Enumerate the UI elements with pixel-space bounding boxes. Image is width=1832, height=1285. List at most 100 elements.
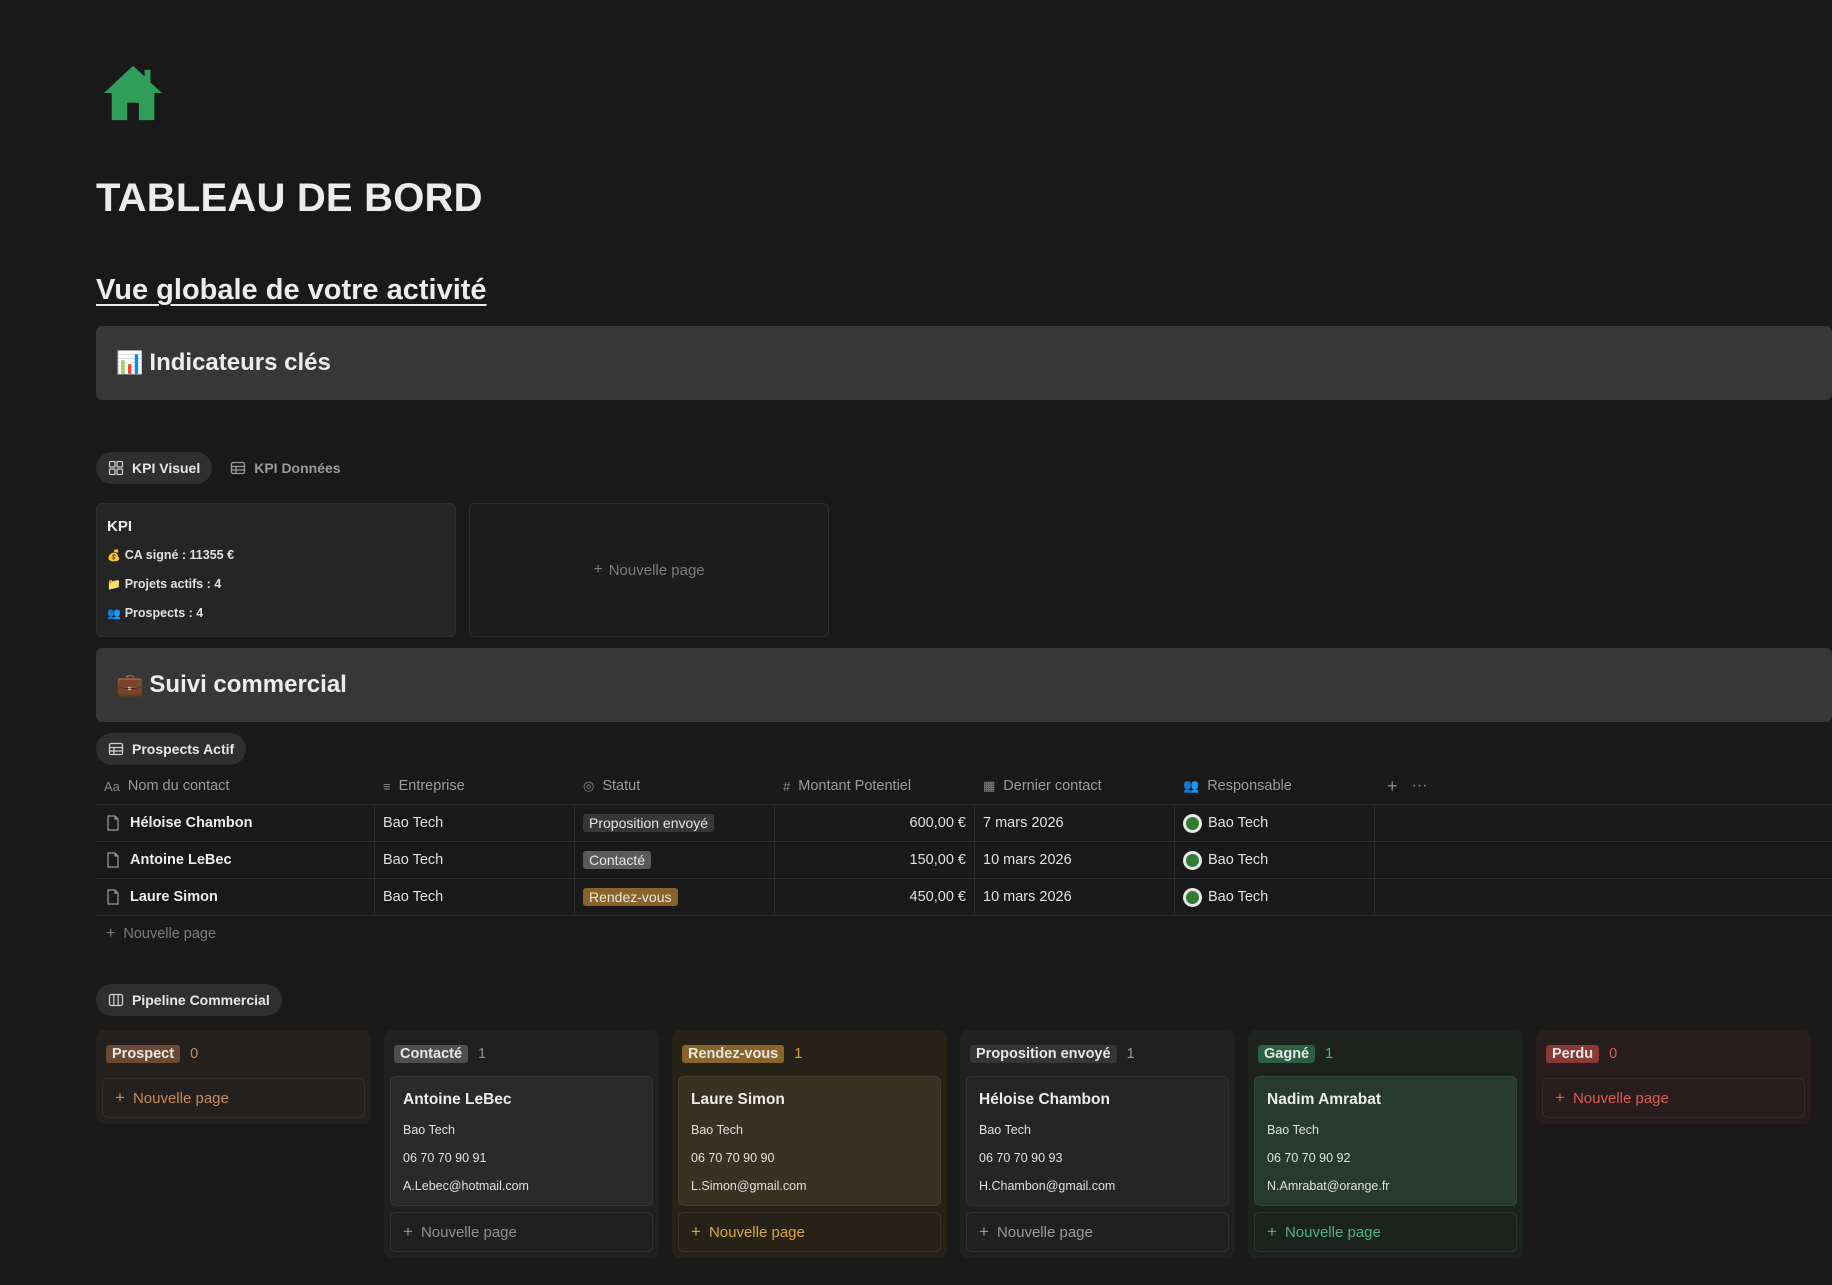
page-icon [107, 815, 119, 831]
row-owner-cell[interactable]: Bao Tech [1175, 805, 1375, 841]
column-new-page-button[interactable]: + Nouvelle page [1542, 1078, 1805, 1118]
board-column-header[interactable]: Proposition envoyé 1 [966, 1036, 1229, 1072]
people-icon: 👥 [107, 606, 121, 620]
board-column: Perdu 0 + Nouvelle page [1536, 1030, 1811, 1124]
column-new-page-button[interactable]: + Nouvelle page [1254, 1212, 1517, 1252]
column-count: 0 [1609, 1046, 1618, 1062]
kpi-ca-text: CA signé : 11355 € [124, 548, 235, 562]
avatar [1183, 887, 1202, 907]
board-column-header[interactable]: Rendez-vous 1 [678, 1036, 941, 1072]
column-new-page-button[interactable]: + Nouvelle page [966, 1212, 1229, 1252]
column-new-page-label: Nouvelle page [420, 1223, 517, 1241]
column-header-company-label: Entreprise [398, 778, 465, 794]
owner-name: Bao Tech [1208, 889, 1269, 905]
contact-name: Antoine LeBec [130, 852, 232, 868]
table-row[interactable]: Antoine LeBec Bao Tech Contacté 150,00 €… [96, 842, 1832, 879]
column-header-name-label: Nom du contact [127, 778, 230, 794]
row-status-cell[interactable]: Contacté [575, 842, 775, 878]
board-column-header[interactable]: Contacté 1 [390, 1036, 653, 1072]
row-amount-cell[interactable]: 450,00 € [775, 879, 975, 915]
row-name-cell[interactable]: Héloise Chambon [96, 805, 375, 841]
prospects-view-tabs: Prospects Actif [96, 733, 247, 765]
column-new-page-button[interactable]: + Nouvelle page [678, 1212, 941, 1252]
row-company-cell[interactable]: Bao Tech [375, 879, 575, 915]
column-header-owner[interactable]: 👥 Responsable [1175, 768, 1375, 804]
column-new-page-button[interactable]: + Nouvelle page [102, 1078, 365, 1118]
column-new-page-button[interactable]: + Nouvelle page [390, 1212, 653, 1252]
tab-kpi-visuel[interactable]: KPI Visuel [96, 452, 213, 484]
gallery-icon [108, 460, 124, 476]
column-header-last-contact[interactable]: ▦ Dernier contact [975, 768, 1175, 804]
row-owner-cell[interactable]: Bao Tech [1175, 842, 1375, 878]
column-status-badge: Perdu [1546, 1045, 1600, 1063]
kpi-view-tabs: KPI Visuel KPI Données [96, 452, 353, 484]
board-card[interactable]: Héloise Chambon Bao Tech 06 70 70 90 93 H.C… [966, 1076, 1229, 1206]
board-column-header[interactable]: Perdu 0 [1542, 1036, 1805, 1072]
column-header-status[interactable]: ◎ Statut [575, 768, 775, 804]
column-header-name[interactable]: Aa Nom du contact [96, 768, 375, 804]
row-amount-cell[interactable]: 150,00 € [775, 842, 975, 878]
kpi-new-page-button[interactable]: + Nouvelle page [469, 503, 829, 637]
kpi-line-projects: 📁 Projets actifs : 4 [107, 577, 221, 591]
table-header-row: Aa Nom du contact ≡ Entreprise ◎ Statut … [96, 768, 1832, 805]
row-empty-cell [1375, 805, 1832, 841]
column-header-status-label: Statut [602, 778, 641, 794]
plus-icon: + [1267, 1222, 1277, 1241]
avatar [1183, 850, 1202, 870]
table-row[interactable]: Laure Simon Bao Tech Rendez-vous 450,00 … [96, 879, 1832, 916]
folder-icon: 📁 [107, 577, 121, 591]
board-card[interactable]: Laure Simon Bao Tech 06 70 70 90 90 L.Simon… [678, 1076, 941, 1206]
board-card[interactable]: Nadim Amrabat Bao Tech 06 70 70 90 92 N.Amr… [1254, 1076, 1517, 1206]
owner-name: Bao Tech [1208, 815, 1269, 831]
tab-pipeline-label: Pipeline Commercial [132, 992, 270, 1008]
tab-kpi-donnees[interactable]: KPI Données [218, 452, 352, 484]
briefcase-emoji-icon: 💼 [116, 672, 144, 698]
calendar-icon: ▦ [983, 778, 996, 793]
tab-pipeline-commercial[interactable]: Pipeline Commercial [96, 984, 282, 1016]
status-badge: Contacté [583, 851, 652, 869]
row-date-cell[interactable]: 7 mars 2026 [975, 805, 1175, 841]
row-company-cell[interactable]: Bao Tech [375, 842, 575, 878]
column-header-company[interactable]: ≡ Entreprise [375, 768, 575, 804]
add-column-icon[interactable]: + [1387, 776, 1398, 797]
row-date-cell[interactable]: 10 mars 2026 [975, 879, 1175, 915]
pipeline-view-tabs: Pipeline Commercial [96, 984, 282, 1016]
row-owner-cell[interactable]: Bao Tech [1175, 879, 1375, 915]
kpi-card[interactable]: KPI 💰 CA signé : 11355 € 📁 Projets actif… [96, 503, 456, 637]
card-email: H.Chambon@gmail.com [979, 1179, 1116, 1193]
prospects-table: Aa Nom du contact ≡ Entreprise ◎ Statut … [96, 768, 1832, 952]
board-column: Prospect 0 + Nouvelle page [96, 1030, 371, 1124]
row-status-cell[interactable]: Proposition envoyé [575, 805, 775, 841]
table-new-page-button[interactable]: + Nouvelle page [96, 916, 1832, 952]
column-new-page-label: Nouvelle page [132, 1089, 229, 1107]
board-card[interactable]: Antoine LeBec Bao Tech 06 70 70 90 91 A.Leb… [390, 1076, 653, 1206]
row-amount-cell[interactable]: 600,00 € [775, 805, 975, 841]
card-email: N.Amrabat@orange.fr [1267, 1179, 1390, 1193]
column-new-page-label: Nouvelle page [1284, 1223, 1381, 1241]
column-header-amount[interactable]: # Montant Potentiel [775, 768, 975, 804]
table-row[interactable]: Héloise Chambon Bao Tech Proposition env… [96, 805, 1832, 842]
house-icon[interactable] [102, 62, 164, 124]
status-icon: ◎ [583, 778, 595, 793]
row-company-cell[interactable]: Bao Tech [375, 805, 575, 841]
row-date-cell[interactable]: 10 mars 2026 [975, 842, 1175, 878]
kpi-projects-text: Projets actifs : 4 [124, 577, 222, 591]
row-status-cell[interactable]: Rendez-vous [575, 879, 775, 915]
column-header-last-contact-label: Dernier contact [1003, 778, 1102, 794]
card-phone: 06 70 70 90 91 [403, 1151, 487, 1165]
card-email: L.Simon@gmail.com [691, 1179, 807, 1193]
column-header-amount-label: Montant Potentiel [798, 778, 912, 794]
more-options-icon[interactable]: ··· [1412, 777, 1428, 795]
card-company: Bao Tech [403, 1123, 455, 1137]
row-name-cell[interactable]: Antoine LeBec [96, 842, 375, 878]
column-new-page-label: Nouvelle page [996, 1223, 1093, 1241]
column-status-badge: Contacté [394, 1045, 469, 1063]
row-empty-cell [1375, 842, 1832, 878]
table-icon [231, 461, 246, 475]
tab-prospects-label: Prospects Actif [132, 741, 235, 757]
board-column-header[interactable]: Prospect 0 [102, 1036, 365, 1072]
tab-prospects-actif[interactable]: Prospects Actif [96, 733, 247, 765]
board-column-header[interactable]: Gagné 1 [1254, 1036, 1517, 1072]
kpi-card-title: KPI [107, 518, 133, 535]
row-name-cell[interactable]: Laure Simon [96, 879, 375, 915]
